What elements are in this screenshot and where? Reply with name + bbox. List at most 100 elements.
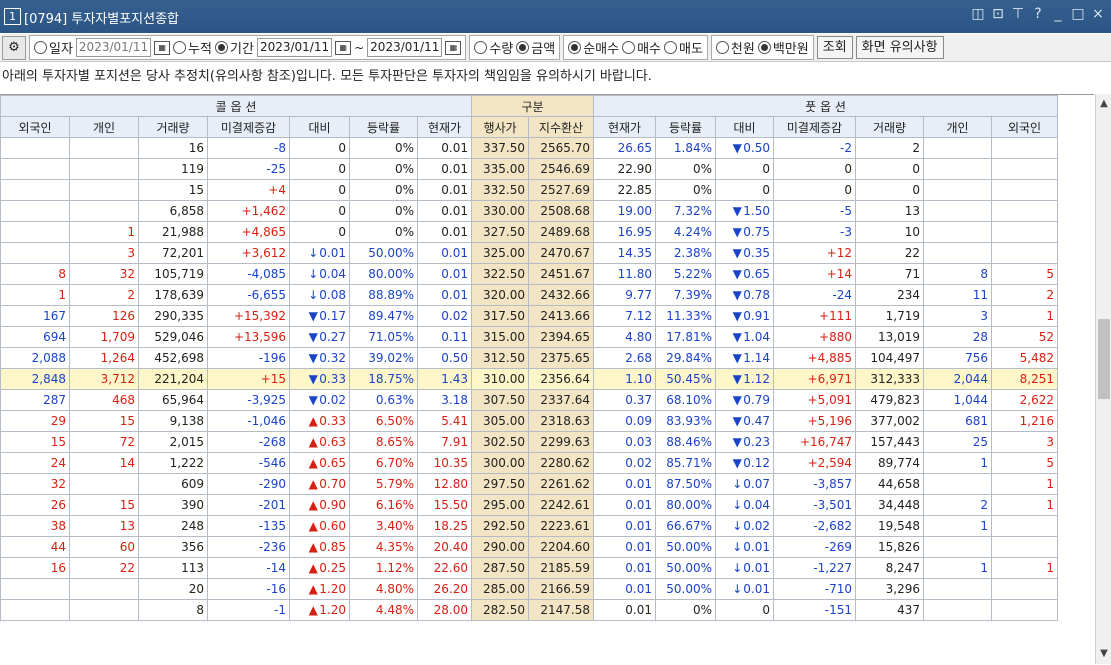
scroll-up-icon[interactable]: ▲ xyxy=(1096,96,1111,112)
column-header[interactable]: 대비 xyxy=(289,116,350,138)
help-icon[interactable]: ? xyxy=(1031,6,1045,22)
disclaimer-notice: 아래의 투자자별 포지션은 당사 추정치(유의사항 참조)입니다. 모든 투자판… xyxy=(2,69,652,84)
table-row[interactable]: 20 -16 ▲1.20 4.80% 26.20 285.00 2166.59 0.01 50.… xyxy=(0,578,1058,600)
table-row[interactable]: 15 +4 0 0% 0.01 332.50 2527.69 22.85 0% 0 0 0 xyxy=(0,179,1058,201)
put-price-cell: 16.95 xyxy=(593,221,656,243)
put-price-cell: 19.00 xyxy=(593,200,656,222)
radio-buy[interactable]: 매수 xyxy=(622,38,661,57)
put-rate-cell: 5.22% xyxy=(655,263,716,285)
column-header[interactable]: 미결제증감 xyxy=(773,116,856,138)
call-price-cell: 0.01 xyxy=(417,137,472,159)
call-price-cell: 0.01 xyxy=(417,263,472,285)
table-row[interactable]: 15 72 2,015 -268 ▲0.63 8.65% 7.91 302.50 2299.63… xyxy=(0,431,1058,453)
put-foreign-cell xyxy=(991,221,1058,243)
close-icon[interactable]: × xyxy=(1091,6,1105,22)
minimize-icon[interactable]: _ xyxy=(1051,6,1065,22)
column-header[interactable]: 지수환산 xyxy=(528,116,594,138)
date-to-input[interactable]: 2023/01/11 xyxy=(367,38,443,57)
put-volume-cell: 437 xyxy=(855,599,924,621)
column-header[interactable]: 개인 xyxy=(923,116,992,138)
table-row[interactable]: 694 1,709 529,046 +13,596 ▼0.27 71.05% 0.11 315… xyxy=(0,326,1058,348)
put-individual-cell: 11 xyxy=(923,284,992,306)
table-row[interactable]: 16 -8 0 0% 0.01 337.50 2565.70 26.65 1.84% ▼0.50-… xyxy=(0,137,1058,159)
change-value: 0.23 xyxy=(743,435,770,449)
date-single-input[interactable]: 2023/01/11 xyxy=(75,38,152,57)
index-converted-cell: 2261.62 xyxy=(528,473,594,495)
maximize-icon[interactable]: □ xyxy=(1071,6,1085,22)
column-header[interactable]: 거래량 xyxy=(138,116,208,138)
column-header[interactable]: 대비 xyxy=(715,116,774,138)
table-row[interactable]: 119 -25 0 0% 0.01 335.00 2546.69 22.90 0% 0 0 0 xyxy=(0,158,1058,180)
table-row[interactable]: 6,858 +1,462 0 0% 0.01 330.00 2508.68 19.00 7.32… xyxy=(0,200,1058,222)
link-icon[interactable]: ⊤ xyxy=(1011,6,1025,22)
table-row[interactable]: 2,088 1,264 452,698 -196 ▼0.32 39.02% 0.50 312.… xyxy=(0,347,1058,369)
change-value: 0.32 xyxy=(319,351,346,365)
put-rate-cell: 85.71% xyxy=(655,452,716,474)
table-row[interactable]: 44 60 356 -236 ▲0.85 4.35% 20.40 290.00 2204.60 0… xyxy=(0,536,1058,558)
radio-amount[interactable]: 금액 xyxy=(516,38,555,57)
index-converted-cell: 2318.63 xyxy=(528,410,594,432)
column-header[interactable]: 거래량 xyxy=(855,116,924,138)
calendar-icon[interactable]: ▦ xyxy=(445,40,462,55)
calendar-icon[interactable]: ▦ xyxy=(154,40,171,55)
column-header[interactable]: 외국인 xyxy=(991,116,1058,138)
change-value: 1.20 xyxy=(319,582,346,596)
radio-net-buy[interactable]: 순매수 xyxy=(568,38,619,57)
radio-daily[interactable]: 일자 xyxy=(34,38,73,57)
radio-quantity[interactable]: 수량 xyxy=(474,38,513,57)
table-row[interactable]: 8 32 105,719 -4,085 ↓0.04 80.00% 0.01 322.50 245… xyxy=(0,263,1058,285)
change-value: 1.12 xyxy=(743,372,770,386)
radio-million-won[interactable]: 백만원 xyxy=(757,38,809,57)
table-row[interactable]: 1 21,988 +4,865 0 0% 0.01 327.50 2489.68 16.95 4.… xyxy=(0,221,1058,243)
table-row[interactable]: 167 126 290,335 +15,392 ▼0.17 89.47% 0.02 317.5… xyxy=(0,305,1058,327)
restore-icon[interactable]: ◫ xyxy=(971,6,985,22)
table-row[interactable]: 38 13 248 -135 ▲0.60 3.40% 18.25 292.50 2223.61 0… xyxy=(0,515,1058,537)
put-individual-cell: 28 xyxy=(923,326,992,348)
table-row[interactable]: 32 609 -290 ▲0.70 5.79% 12.80 297.50 2261.62 0.0… xyxy=(0,473,1058,495)
column-header[interactable]: 등락률 xyxy=(655,116,716,138)
radio-period[interactable]: 기간 xyxy=(215,38,254,57)
put-volume-cell: 157,443 xyxy=(855,431,924,453)
down-arrow-icon: ▼ xyxy=(732,246,742,260)
gear-icon[interactable]: ⚙ xyxy=(2,35,26,60)
table-row[interactable]: 29 15 9,138 -1,046 ▲0.33 6.50% 5.41 305.00 2318.… xyxy=(0,410,1058,432)
column-header[interactable]: 등락률 xyxy=(349,116,418,138)
pin-icon[interactable]: ⊡ xyxy=(991,6,1005,22)
scroll-down-icon[interactable]: ▼ xyxy=(1096,646,1111,662)
calendar-icon[interactable]: ▦ xyxy=(335,40,352,55)
put-volume-cell: 234 xyxy=(855,284,924,306)
date-from-input[interactable]: 2023/01/11 xyxy=(256,38,333,57)
change-value: 1.04 xyxy=(743,330,770,344)
vertical-scrollbar[interactable]: ▲ ▼ xyxy=(1095,94,1111,664)
table-row[interactable]: 24 14 1,222 -546 ▲0.65 6.70% 10.35 300.00 2280.6… xyxy=(0,452,1058,474)
table-row[interactable]: 1 2 178,639 -6,655 ↓0.08 88.89% 0.01 320.00 2432… xyxy=(0,284,1058,306)
column-header[interactable]: 외국인 xyxy=(0,116,70,138)
call-price-cell: 18.25 xyxy=(417,515,472,537)
column-header[interactable]: 개인 xyxy=(69,116,139,138)
column-header[interactable]: 현재가 xyxy=(593,116,656,138)
call-oi-change-cell: -4,085 xyxy=(207,263,290,285)
column-header[interactable]: 미결제증감 xyxy=(207,116,290,138)
table-row[interactable]: 26 15 390 -201 ▲0.90 6.16% 15.50 295.00 2242.61 0… xyxy=(0,494,1058,516)
radio-thousand-won[interactable]: 천원 xyxy=(715,38,755,57)
put-rate-cell: 87.50% xyxy=(655,473,716,495)
radio-sell[interactable]: 매도 xyxy=(664,38,703,57)
index-converted-cell: 2280.62 xyxy=(528,452,594,474)
table-row[interactable]: 287 468 65,964 -3,925 ▼0.02 0.63% 3.18 307.50 23… xyxy=(0,389,1058,411)
change-value: 0.70 xyxy=(319,477,346,491)
scroll-thumb[interactable] xyxy=(1098,319,1110,399)
radio-cumulative[interactable]: 누적 xyxy=(173,38,212,57)
query-button[interactable]: 조회 xyxy=(816,36,853,59)
screen-notice-button[interactable]: 화면 유의사항 xyxy=(855,36,944,59)
table-row[interactable]: 16 22 113 -14 ▲0.25 1.12% 22.60 287.50 2185.59 0.… xyxy=(0,557,1058,579)
put-individual-cell: 1 xyxy=(923,557,992,579)
table-row[interactable]: 3 72,201 +3,612 ↓0.01 50.00% 0.01 325.00 2470.6… xyxy=(0,242,1058,264)
column-header[interactable]: 행사가 xyxy=(471,116,529,138)
table-row[interactable]: 2,848 3,712 221,204 +15 ▼0.33 18.75% 1.43 310.0… xyxy=(0,368,1058,390)
call-volume-cell: 9,138 xyxy=(138,410,208,432)
strike-price-cell: 332.50 xyxy=(471,179,529,201)
column-header[interactable]: 현재가 xyxy=(417,116,472,138)
put-oi-change-cell: -5 xyxy=(773,200,856,222)
put-price-cell: 0.09 xyxy=(593,410,656,432)
table-row[interactable]: 8 -1 ▲1.20 4.48% 28.00 282.50 2147.58 0.01 0% 0 -1… xyxy=(0,599,1058,621)
